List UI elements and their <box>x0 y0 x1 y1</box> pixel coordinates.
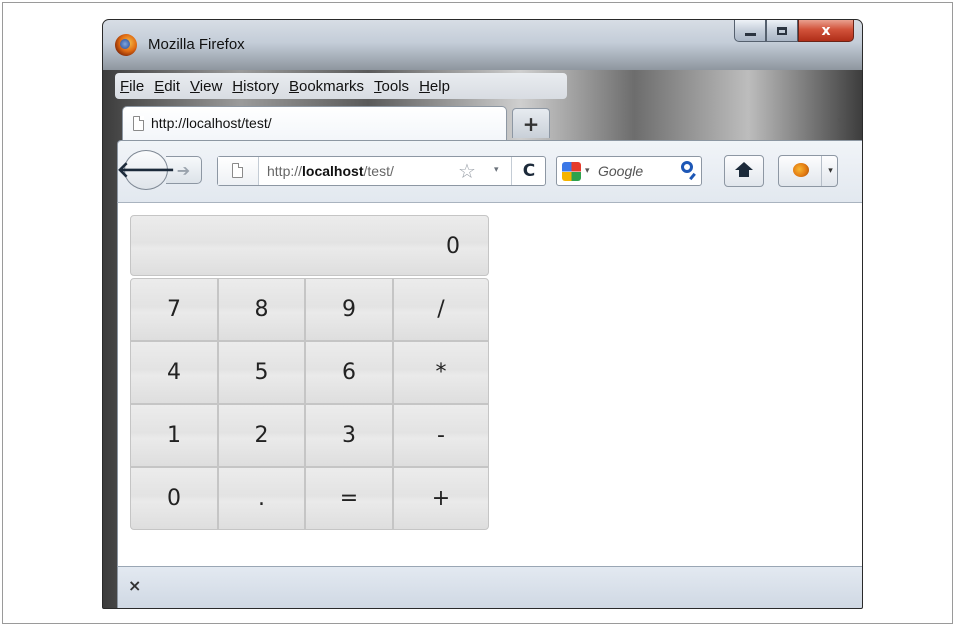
menu-edit[interactable]: Edit <box>149 78 185 95</box>
firebug-icon <box>793 163 809 177</box>
search-bar[interactable]: ▾ Google <box>556 156 702 186</box>
navigation-toolbar: ➔ 🡐 http://localhost/test/ ☆ ▾ C ▾ Googl… <box>117 140 862 203</box>
key-1[interactable]: 1 <box>130 404 218 467</box>
menu-bar: File Edit View History Bookmarks Tools H… <box>115 73 567 99</box>
key-0[interactable]: 0 <box>130 467 218 530</box>
home-icon <box>735 162 753 178</box>
url-path: /test/ <box>363 163 394 179</box>
menu-tools[interactable]: Tools <box>369 78 414 95</box>
bookmark-star-icon[interactable]: ☆ <box>458 159 476 183</box>
page-icon <box>133 116 144 131</box>
url-text[interactable]: http://localhost/test/ <box>267 163 394 179</box>
key-equals[interactable]: = <box>305 467 393 530</box>
menu-help[interactable]: Help <box>414 78 455 95</box>
key-7[interactable]: 7 <box>130 278 218 341</box>
back-button[interactable]: 🡐 <box>117 150 176 190</box>
menu-file[interactable]: File <box>115 78 149 95</box>
new-tab-button[interactable]: + <box>512 108 550 138</box>
menu-history[interactable]: History <box>227 78 284 95</box>
close-addon-bar-icon[interactable]: × <box>128 576 141 595</box>
key-divide[interactable]: / <box>393 278 489 341</box>
maximize-button[interactable] <box>766 20 798 42</box>
reload-button[interactable]: C <box>511 157 546 185</box>
minimize-icon <box>744 33 756 36</box>
addon-button[interactable]: ▾ <box>778 155 838 187</box>
close-window-button[interactable]: x <box>798 20 854 42</box>
tab-localhost-test[interactable]: http://localhost/test/ <box>122 106 507 140</box>
chevron-down-icon: ▾ <box>828 166 833 176</box>
key-6[interactable]: 6 <box>305 341 393 404</box>
url-prefix: http:// <box>267 163 303 179</box>
forward-arrow-icon: ➔ <box>176 160 191 180</box>
key-4[interactable]: 4 <box>130 341 218 404</box>
site-identity-button[interactable] <box>218 157 259 185</box>
home-button[interactable] <box>724 155 764 187</box>
search-engine-dropdown-icon[interactable]: ▾ <box>585 166 590 176</box>
minimize-button[interactable] <box>734 20 766 42</box>
page-content: 0 7 8 9 / 4 5 6 * 1 2 3 - 0 . = + <box>117 202 862 567</box>
key-multiply[interactable]: * <box>393 341 489 404</box>
url-history-dropdown-icon[interactable]: ▾ <box>494 165 499 175</box>
key-8[interactable]: 8 <box>218 278 305 341</box>
key-2[interactable]: 2 <box>218 404 305 467</box>
key-5[interactable]: 5 <box>218 341 305 404</box>
plus-icon: + <box>522 111 540 136</box>
close-icon: x <box>821 22 831 39</box>
window-title: Mozilla Firefox <box>148 36 245 53</box>
back-arrow-icon: 🡐 <box>116 158 176 183</box>
key-decimal[interactable]: . <box>218 467 305 530</box>
url-host: localhost <box>302 163 364 179</box>
tab-list-icon[interactable]: ▾ <box>837 116 842 126</box>
maximize-icon <box>777 26 787 35</box>
addon-dropdown[interactable]: ▾ <box>821 156 839 186</box>
browser-window: Mozilla Firefox x File Edit View History… <box>102 19 863 609</box>
calculator-keypad: 7 8 9 / 4 5 6 * 1 2 3 - 0 . = + <box>130 278 489 530</box>
calculator-display: 0 <box>130 215 489 276</box>
firefox-logo-icon <box>115 34 137 56</box>
reload-icon: C <box>522 161 536 181</box>
add-on-bar: × <box>117 566 862 608</box>
menu-bookmarks[interactable]: Bookmarks <box>284 78 369 95</box>
page-icon <box>232 163 243 178</box>
url-bar[interactable]: http://localhost/test/ ☆ ▾ C <box>217 156 546 186</box>
search-icon[interactable] <box>681 161 693 173</box>
key-add[interactable]: + <box>393 467 489 530</box>
menu-view[interactable]: View <box>185 78 227 95</box>
window-controls: x <box>734 20 854 44</box>
title-bar[interactable]: Mozilla Firefox x <box>103 20 862 70</box>
calculator: 0 7 8 9 / 4 5 6 * 1 2 3 - 0 . = + <box>130 215 489 530</box>
key-3[interactable]: 3 <box>305 404 393 467</box>
search-input[interactable]: Google <box>598 163 643 179</box>
key-9[interactable]: 9 <box>305 278 393 341</box>
key-subtract[interactable]: - <box>393 404 489 467</box>
tab-label: http://localhost/test/ <box>151 115 272 131</box>
google-icon[interactable] <box>562 162 581 181</box>
